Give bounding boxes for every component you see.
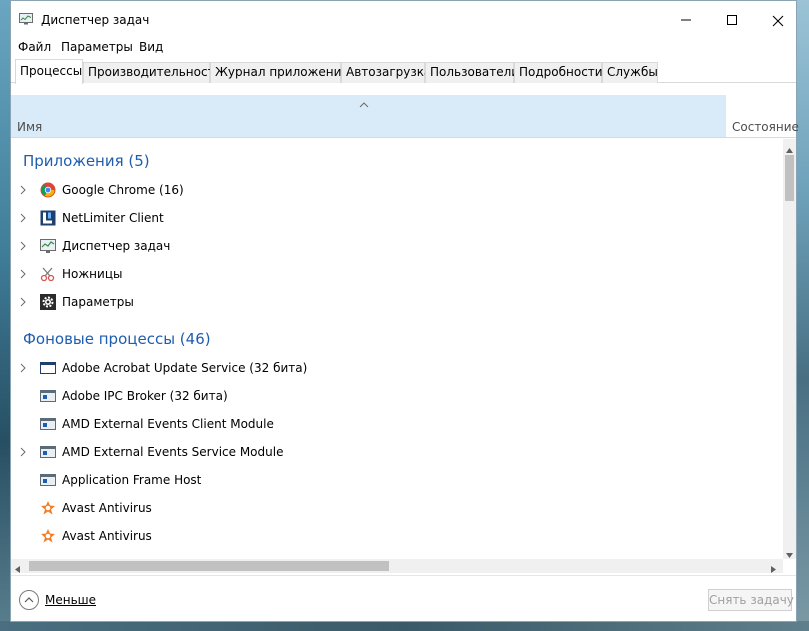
scroll-down-icon[interactable] [786, 547, 793, 561]
vertical-scroll-thumb[interactable] [785, 155, 794, 201]
process-name: NetLimiter Client [62, 211, 164, 225]
chevron-right-icon[interactable] [20, 296, 26, 310]
menu-view[interactable]: Вид [139, 40, 163, 54]
end-task-button[interactable]: Снять задачу [708, 589, 794, 611]
process-name: Avast Antivirus [62, 529, 152, 543]
process-row[interactable]: Adobe IPC Broker (32 бита) [11, 382, 783, 410]
tab-services[interactable]: Службы [602, 62, 658, 83]
service-icon [40, 388, 56, 404]
process-row[interactable]: Avast Antivirus [11, 494, 783, 522]
desktop-background-bottom [0, 621, 809, 631]
chevron-right-icon[interactable] [20, 268, 26, 282]
column-status-label: Состояние [732, 120, 799, 134]
tab-startup[interactable]: Автозагрузка [341, 62, 431, 83]
process-name: Avast Antivirus [62, 501, 152, 515]
scroll-up-icon[interactable] [786, 142, 793, 156]
group-background-title: Фоновые процессы (46) [23, 330, 211, 348]
process-name: Adobe Acrobat Update Service (32 бита) [62, 361, 308, 375]
process-row[interactable]: Ножницы [11, 260, 783, 288]
process-name: Параметры [62, 295, 134, 309]
gear-icon [40, 294, 56, 310]
process-name: Диспетчер задач [62, 239, 171, 253]
process-name: AMD External Events Client Module [62, 417, 274, 431]
scroll-right-icon[interactable] [771, 562, 776, 576]
menu-file[interactable]: Файл [18, 40, 51, 54]
netlimiter-icon [40, 210, 56, 226]
process-row[interactable]: Avast Antivirus [11, 522, 783, 550]
tab-bar: Процессы Производительность Журнал прило… [11, 59, 796, 84]
column-header: Имя Состояние [11, 95, 799, 138]
desktop-background-right [795, 0, 809, 631]
process-name: Adobe IPC Broker (32 бита) [62, 389, 228, 403]
footer-bar: Меньше Снять задачу [11, 575, 796, 621]
scroll-left-icon[interactable] [15, 562, 20, 576]
task-manager-window: Диспетчер задач Файл Параметры Вид Проце… [10, 0, 799, 622]
window-icon [40, 360, 56, 376]
title-bar[interactable]: Диспетчер задач [11, 1, 796, 35]
chevron-right-icon[interactable] [20, 212, 26, 226]
task-manager-app-icon [19, 13, 33, 25]
column-status-header[interactable]: Состояние [725, 95, 799, 137]
chrome-icon [40, 182, 56, 198]
snipping-tool-icon [40, 266, 56, 282]
close-button[interactable] [755, 1, 801, 35]
process-row[interactable]: AMD External Events Service Module [11, 438, 783, 466]
column-name-header[interactable]: Имя [11, 95, 725, 137]
tab-users[interactable]: Пользователи [425, 62, 519, 83]
process-row[interactable]: Google Chrome (16) [11, 176, 783, 204]
menu-options[interactable]: Параметры [61, 40, 133, 54]
tab-app-history[interactable]: Журнал приложений [210, 62, 349, 83]
chevron-up-circle-icon [19, 590, 39, 610]
process-name: Ножницы [62, 267, 123, 281]
chevron-right-icon[interactable] [20, 362, 26, 376]
process-row[interactable]: AMD External Events Client Module [11, 410, 783, 438]
process-row[interactable]: Adobe Acrobat Update Service (32 бита) [11, 354, 783, 382]
process-row[interactable]: Application Frame Host [11, 466, 783, 494]
process-name: AMD External Events Service Module [62, 445, 284, 459]
service-icon [40, 444, 56, 460]
process-name: Google Chrome (16) [62, 183, 184, 197]
avast-icon [40, 500, 56, 516]
minimize-button[interactable] [663, 1, 709, 35]
group-apps-title: Приложения (5) [23, 152, 150, 170]
chevron-right-icon[interactable] [20, 240, 26, 254]
sort-ascending-icon [359, 97, 369, 111]
window-title: Диспетчер задач [41, 13, 150, 27]
process-name: Application Frame Host [62, 473, 202, 487]
tab-performance[interactable]: Производительность [83, 62, 222, 83]
avast-icon [40, 528, 56, 544]
process-row[interactable]: NetLimiter Client [11, 204, 783, 232]
chevron-right-icon[interactable] [20, 184, 26, 198]
process-row[interactable]: Диспетчер задач [11, 232, 783, 260]
maximize-button[interactable] [709, 1, 755, 35]
horizontal-scroll-thumb[interactable] [29, 561, 389, 571]
tab-processes[interactable]: Процессы [15, 59, 83, 84]
task-manager-icon [40, 238, 56, 254]
column-name-label: Имя [17, 120, 43, 134]
horizontal-scrollbar[interactable] [11, 559, 783, 573]
menu-bar: Файл Параметры Вид [11, 35, 796, 57]
process-row[interactable]: Параметры [11, 288, 783, 316]
service-icon [40, 416, 56, 432]
service-icon [40, 472, 56, 488]
vertical-scrollbar[interactable] [783, 139, 796, 559]
chevron-right-icon[interactable] [20, 446, 26, 460]
process-list: Приложения (5) Google Chrome (16) NetLim… [11, 139, 783, 559]
fewer-details-label: Меньше [45, 593, 97, 607]
tab-details[interactable]: Подробности [514, 62, 603, 83]
